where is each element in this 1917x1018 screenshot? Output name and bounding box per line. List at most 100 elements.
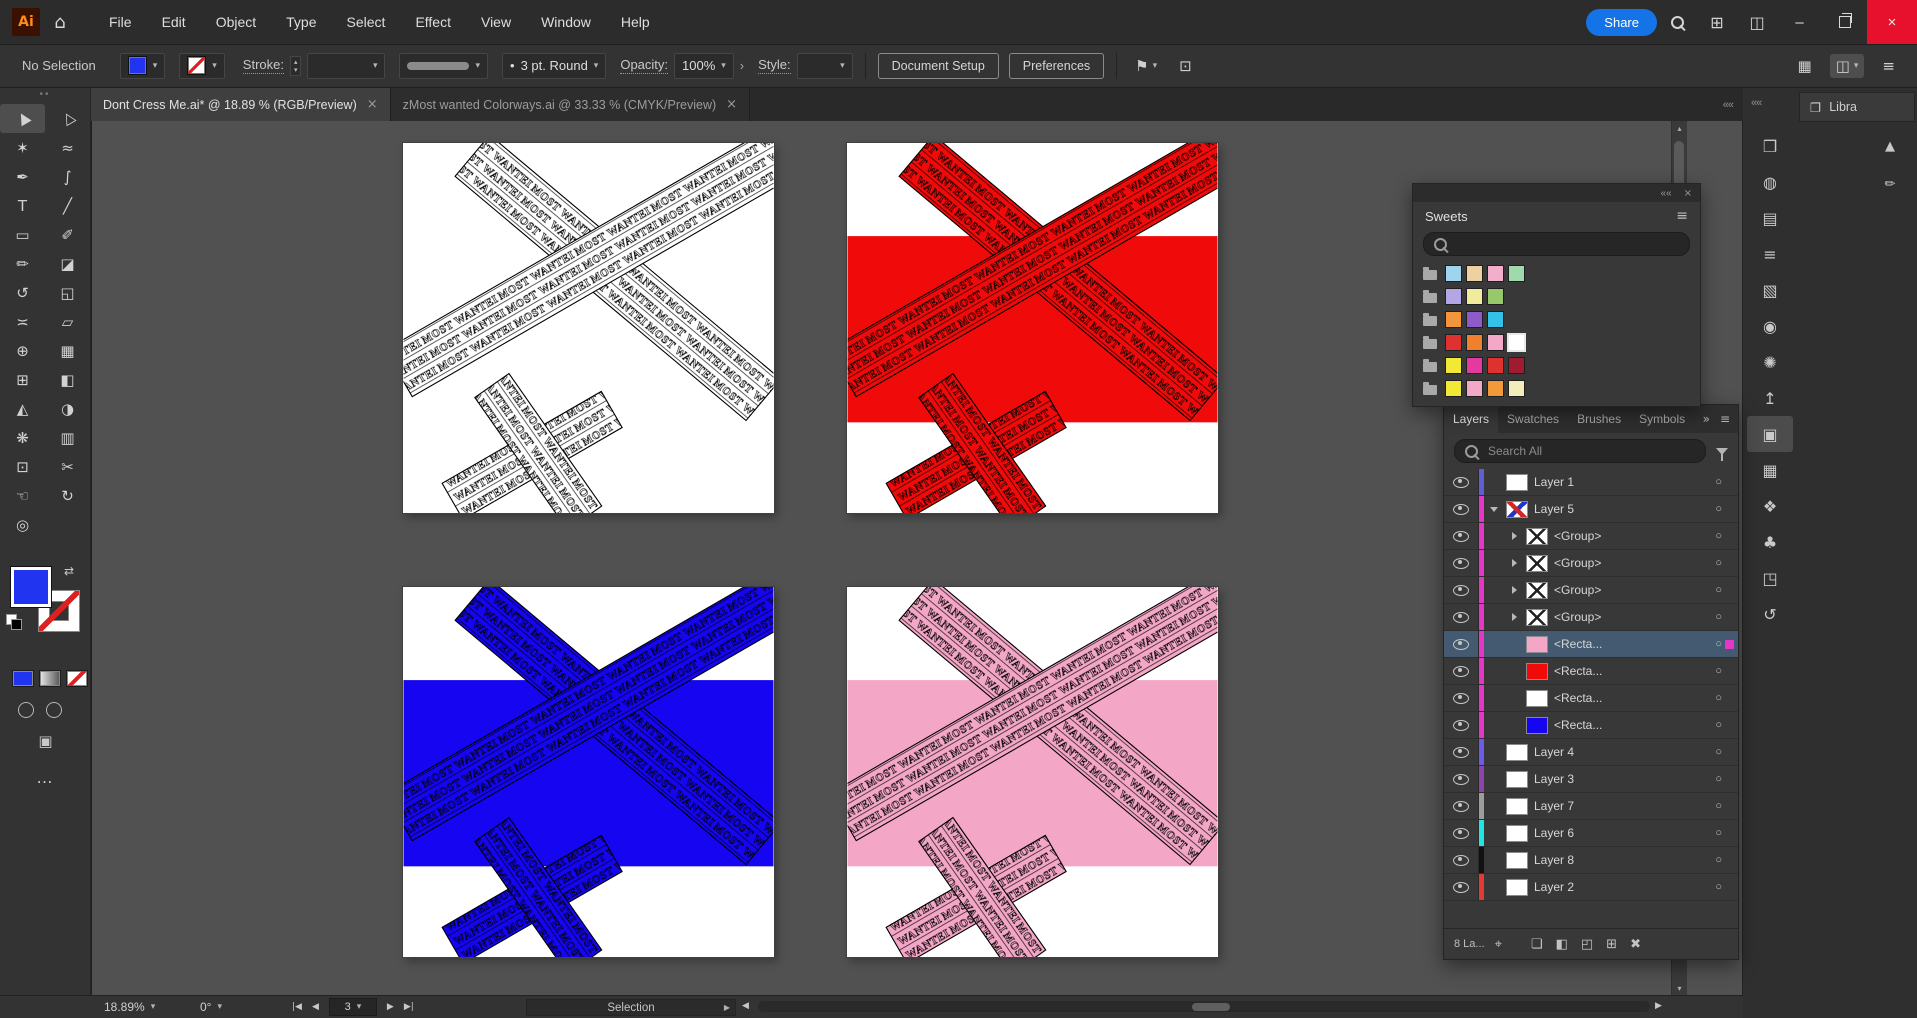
gradient-button[interactable] (39, 670, 61, 687)
collapse-panel-icon[interactable]: «« (1660, 188, 1671, 199)
artboard-number-field[interactable]: 3 ▾ (329, 998, 377, 1016)
color-swatch[interactable] (1508, 380, 1525, 397)
rotate-tool[interactable]: ↺ (0, 278, 45, 307)
visibility-toggle[interactable] (1444, 658, 1479, 684)
layer-thumbnail[interactable] (1506, 879, 1528, 896)
layers-search-input[interactable] (1486, 443, 1695, 459)
symbol-sprayer-tool[interactable]: ❋ (0, 423, 45, 452)
layer-thumbnail[interactable] (1526, 690, 1548, 707)
layer-thumbnail[interactable] (1506, 825, 1528, 842)
shapes-icon[interactable]: ▲ (1874, 132, 1906, 160)
target-circle[interactable]: ○ (1715, 530, 1722, 542)
target-circle[interactable]: ○ (1715, 881, 1722, 893)
layer-name[interactable]: Layer 1 (1534, 475, 1574, 489)
layer-name[interactable]: Layer 8 (1534, 853, 1574, 867)
home-icon[interactable]: ⌂ (40, 12, 80, 33)
color-swatch[interactable] (1445, 288, 1462, 305)
collapse-dock-icon[interactable]: «« (1751, 97, 1761, 109)
layer-thumbnail[interactable] (1506, 771, 1528, 788)
locate-object-icon[interactable]: ⌖ (1495, 937, 1502, 952)
visibility-toggle[interactable] (1444, 820, 1479, 846)
menu-item[interactable]: Window (526, 0, 606, 44)
arrange-documents-icon[interactable]: ▦ ▾ (1792, 54, 1818, 78)
layer-row[interactable]: <Recta...○ (1444, 685, 1738, 712)
target-circle[interactable]: ○ (1715, 638, 1722, 650)
folder-icon[interactable] (1423, 293, 1437, 303)
eraser-tool[interactable]: ◪ (45, 249, 90, 278)
color-swatch[interactable] (1487, 380, 1504, 397)
zoom-tool[interactable]: ◎ (0, 510, 45, 539)
curvature-tool[interactable]: ∫ (45, 162, 90, 191)
properties-icon[interactable]: ≡ (1747, 236, 1793, 272)
panel-menu-icon[interactable]: ≡ ▾ (1876, 54, 1901, 78)
artboard-blue[interactable]: MOST WANTED (403, 587, 774, 957)
stroke-color-dropdown[interactable]: ▾ (179, 53, 225, 79)
target-circle[interactable]: ○ (1715, 611, 1722, 623)
color-swatch[interactable] (1487, 288, 1504, 305)
layer-row[interactable]: <Recta...○ (1444, 712, 1738, 739)
layer-row[interactable]: <Group>○ (1444, 523, 1738, 550)
target-circle[interactable]: ○ (1715, 665, 1722, 677)
blend-tool[interactable]: ◑ (45, 394, 90, 423)
artboard-pink[interactable]: MOST WANTED (847, 587, 1218, 957)
visibility-toggle[interactable] (1444, 874, 1479, 900)
layer-name[interactable]: Layer 2 (1534, 880, 1574, 894)
document-tab[interactable]: zMost wanted Colorways.ai @ 33.33 % (CMY… (391, 88, 750, 121)
appearance-icon[interactable]: ▧ (1747, 272, 1793, 308)
scrollbar-thumb[interactable] (1192, 1003, 1230, 1011)
layer-row[interactable]: Layer 5○ (1444, 496, 1738, 523)
width-profile-dropdown[interactable]: ▾ (399, 53, 488, 79)
color-swatch[interactable] (1487, 357, 1504, 374)
layer-row[interactable]: Layer 1 ○ (1444, 469, 1738, 496)
layer-thumbnail[interactable] (1506, 798, 1528, 815)
layer-row[interactable]: <Recta...○ (1444, 658, 1738, 685)
restore-button[interactable] (1822, 0, 1867, 44)
new-sublayer-icon[interactable]: ◰ (1581, 937, 1593, 952)
opacity-dropdown[interactable]: 100% ▾ (674, 53, 734, 79)
target-circle[interactable]: ○ (1715, 584, 1722, 596)
swap-fill-stroke-icon[interactable]: ⇄ (64, 564, 74, 578)
folder-icon[interactable] (1423, 362, 1437, 372)
target-circle[interactable]: ○ (1715, 476, 1722, 488)
fill-color-dropdown[interactable]: ▾ (120, 53, 166, 79)
tab-brushes[interactable]: Brushes (1568, 405, 1630, 433)
collapse-dock-icon[interactable]: «« (1723, 99, 1743, 111)
stroke-weight-stepper[interactable]: ▴▾ (290, 56, 302, 76)
layer-name[interactable]: Layer 7 (1534, 799, 1574, 813)
visibility-toggle[interactable] (1444, 496, 1479, 522)
menu-item[interactable]: Help (606, 0, 665, 44)
lasso-tool[interactable]: ≈ (45, 133, 90, 162)
opacity-label[interactable]: Opacity: (620, 57, 668, 74)
expand-chevron-icon[interactable] (1488, 507, 1500, 512)
width-tool[interactable]: ≍ (0, 307, 45, 336)
layer-row[interactable]: <Group>○ (1444, 577, 1738, 604)
layer-row[interactable]: Layer 3○ (1444, 766, 1738, 793)
color-swatch[interactable] (1487, 311, 1504, 328)
scroll-down-icon[interactable]: ▾ (1672, 984, 1687, 993)
visibility-toggle[interactable] (1444, 712, 1479, 738)
last-artboard-icon[interactable]: ▶| (404, 1002, 414, 1012)
color-swatch[interactable] (1466, 357, 1483, 374)
preferences-button[interactable]: Preferences (1009, 53, 1104, 79)
delete-icon[interactable]: ✖ (1630, 937, 1641, 952)
sweets-search-field[interactable] (1423, 232, 1690, 256)
menu-item[interactable]: Object (201, 0, 271, 44)
visibility-toggle[interactable] (1444, 739, 1479, 765)
rotate-view-tool[interactable]: ↻ (45, 481, 90, 510)
sweets-search-input[interactable] (1455, 236, 1679, 252)
folder-icon[interactable] (1423, 385, 1437, 395)
layer-name[interactable]: Layer 3 (1534, 772, 1574, 786)
visibility-toggle[interactable] (1444, 523, 1479, 549)
type-tool[interactable]: T (0, 191, 45, 220)
color-icon[interactable]: ✺ (1747, 344, 1793, 380)
color-swatch[interactable] (1466, 265, 1483, 282)
status-menu-icon[interactable]: ▶ (724, 1003, 730, 1012)
layer-name[interactable]: Layer 4 (1534, 745, 1574, 759)
expand-chevron-icon[interactable] (1508, 586, 1520, 594)
layer-row[interactable]: Layer 2 ○ (1444, 874, 1738, 901)
screen-mode-icon[interactable]: ▣ (0, 732, 91, 750)
layer-name[interactable]: <Group> (1554, 556, 1601, 570)
next-artboard-icon[interactable]: ▶ (387, 1002, 394, 1012)
target-circle[interactable]: ○ (1715, 503, 1722, 515)
stroke-color-swatch[interactable] (38, 590, 80, 632)
